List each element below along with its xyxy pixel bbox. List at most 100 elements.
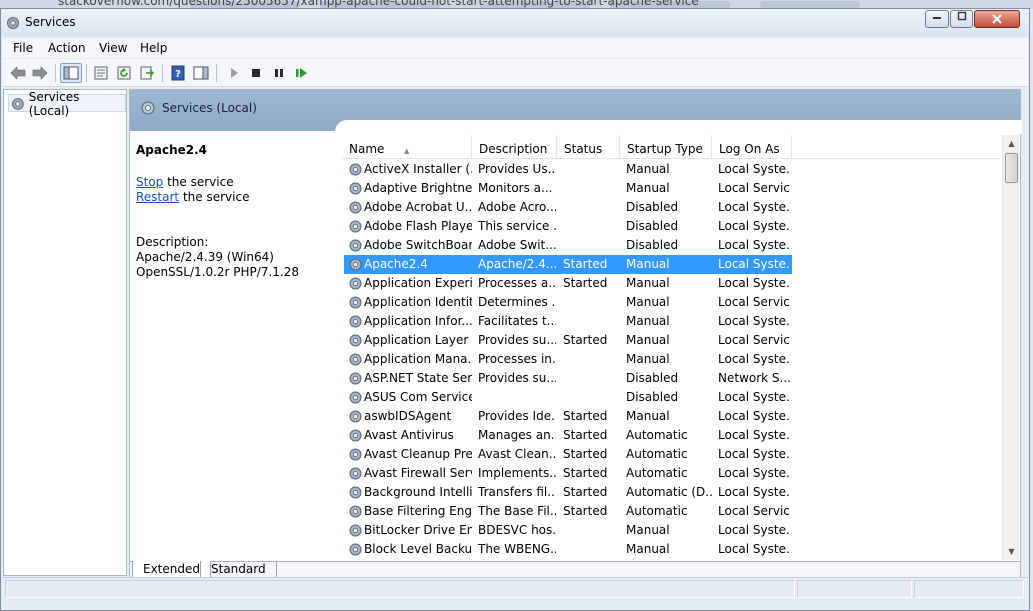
stop-service-link[interactable]: Stop [136, 175, 163, 189]
cell-logon: Local Syste... [718, 447, 790, 461]
menu-action[interactable]: Action [48, 41, 86, 55]
table-row[interactable]: Adobe Acrobat U... Adobe Acro... Disabled L… [342, 198, 1002, 217]
table-row[interactable]: Adobe SwitchBoard Adobe Swit... Disabled Lo… [342, 236, 1002, 255]
table-row[interactable]: Adobe Flash Playe... This service ... Disa… [342, 217, 1002, 236]
cell-status: Started [563, 504, 608, 518]
column-header-name[interactable]: ▲ Name [342, 135, 472, 159]
row-cells: Adaptive Brightness Monitors a... Manual Lo… [344, 179, 792, 198]
cell-description: Implements... [478, 466, 556, 480]
column-header-startup-type[interactable]: Startup Type [620, 135, 712, 159]
refresh-button[interactable] [115, 64, 133, 82]
menu-help[interactable]: Help [140, 41, 167, 55]
pause-service-button[interactable] [270, 64, 288, 82]
cell-description: Avast Clean... [478, 447, 556, 461]
table-row[interactable]: Application Mana... Processes in... Manual… [342, 350, 1002, 369]
row-cells: Block Level Backu... The WBENG... Manual Lo… [344, 540, 792, 559]
tree-item-label: Services (Local) [28, 89, 80, 118]
service-gear-icon [349, 220, 362, 233]
tree-item-services-local[interactable]: Services (Local) [8, 90, 126, 118]
service-gear-icon [349, 353, 362, 366]
table-row[interactable]: Application Identity Determines ... Manual… [342, 293, 1002, 312]
services-gear-icon [11, 97, 24, 110]
cell-logon: Local Syste... [718, 162, 790, 176]
refresh-icon [117, 66, 131, 80]
export-list-button[interactable] [138, 64, 156, 82]
table-row[interactable]: Block Level Backu... The WBENG... Manual Lo… [342, 540, 1002, 559]
status-segment [797, 580, 912, 598]
scroll-up-arrow-icon[interactable]: ▲ [1003, 135, 1020, 152]
table-row[interactable]: Apache2.4 Apache/2.4.... Started Manual Loca… [342, 255, 1002, 274]
cell-status: Started [563, 333, 608, 347]
cell-logon: Local Syste... [718, 238, 790, 252]
column-header-status[interactable]: Status [557, 135, 620, 159]
scroll-down-arrow-icon[interactable]: ▼ [1003, 543, 1020, 560]
maximize-button[interactable] [950, 10, 973, 28]
row-cells: Background Intelli... Transfers fil... Sta… [344, 483, 792, 502]
cell-name: ASP.NET State Ser... [364, 371, 472, 385]
row-cells: Application Layer ... Provides su... Start… [344, 331, 792, 350]
extended-description-pane: Apache2.4 Stop the service Restart the s… [130, 131, 342, 561]
column-header-log-on-as[interactable]: Log On As [712, 135, 792, 159]
tab-standard[interactable]: Standard [200, 561, 277, 578]
status-bar [3, 577, 1028, 599]
menu-file[interactable]: File [13, 41, 33, 55]
table-row[interactable]: ActiveX Installer (... Provides Us... Manu… [342, 160, 1002, 179]
cell-name: ActiveX Installer (... [364, 162, 472, 176]
cell-status: Started [563, 447, 608, 461]
main-header-title: Services (Local) [162, 101, 257, 115]
table-row[interactable]: ASP.NET State Ser... Provides su... Disabl… [342, 369, 1002, 388]
cell-name: Application Mana... [364, 352, 472, 366]
stop-service-button[interactable] [247, 64, 265, 82]
cell-description: Manages an... [478, 428, 556, 442]
scrollbar-thumb[interactable] [1005, 153, 1018, 183]
table-row[interactable]: aswbIDSAgent Provides Ide... Started Manual… [342, 407, 1002, 426]
table-row[interactable]: Application Experi... Processes a... Start… [342, 274, 1002, 293]
minimize-button[interactable] [925, 10, 949, 28]
show-hide-console-tree-button[interactable] [60, 63, 82, 83]
cell-name: Adobe Acrobat U... [364, 200, 472, 214]
cell-description: Processes in... [478, 352, 556, 366]
start-service-button[interactable] [225, 64, 243, 82]
table-row[interactable]: Avast Cleanup Pre... Avast Clean... Starte… [342, 445, 1002, 464]
service-gear-icon [349, 277, 362, 290]
table-row[interactable]: Avast Antivirus Manages an... Started Autom… [342, 426, 1002, 445]
cell-startup: Manual [626, 542, 670, 556]
main-header-title-wrap: Services (Local) [140, 100, 257, 116]
show-action-pane-button[interactable] [192, 64, 210, 82]
cell-startup: Manual [626, 162, 670, 176]
service-gear-icon [349, 258, 362, 271]
menu-view[interactable]: View [99, 41, 127, 55]
table-row[interactable]: Adaptive Brightness Monitors a... Manual Lo… [342, 179, 1002, 198]
help-button[interactable]: ? [169, 64, 187, 82]
service-gear-icon [349, 524, 362, 537]
table-row[interactable]: Avast Firewall Serv... Implements... Start… [342, 464, 1002, 483]
restart-service-link[interactable]: Restart [136, 190, 179, 204]
forward-button[interactable] [31, 64, 49, 82]
column-header-description[interactable]: Description [472, 135, 557, 159]
back-button[interactable] [9, 64, 27, 82]
service-gear-icon [349, 296, 362, 309]
table-row[interactable]: Background Intelli... Transfers fil... Sta… [342, 483, 1002, 502]
table-row[interactable]: Base Filtering Engi... The Base Fil... Sta… [342, 502, 1002, 521]
row-cells: ASUS Com Service Disabled Local Syste... [344, 388, 792, 407]
vertical-scrollbar[interactable]: ▲ ▼ [1002, 135, 1019, 560]
table-row[interactable]: Application Layer ... Provides su... Start… [342, 331, 1002, 350]
table-row[interactable]: ASUS Com Service Disabled Local Syste... [342, 388, 1002, 407]
row-cells: Apache2.4 Apache/2.4.... Started Manual Loca… [344, 255, 792, 274]
properties-button[interactable] [92, 64, 110, 82]
column-header-label: Name [349, 142, 385, 156]
row-cells: ActiveX Installer (... Provides Us... Manu… [344, 160, 792, 179]
row-cells: Adobe SwitchBoard Adobe Swit... Disabled Lo… [344, 236, 792, 255]
table-row[interactable]: Application Infor... Facilitates t... Manu… [342, 312, 1002, 331]
cell-status: Started [563, 276, 608, 290]
table-row[interactable]: BitLocker Drive En... BDESVC hos... Manual… [342, 521, 1002, 540]
cell-startup: Automatic [626, 466, 688, 480]
cell-logon: Local Syste... [718, 352, 790, 366]
cell-logon: Local Service [718, 504, 790, 518]
close-button[interactable] [974, 10, 1020, 28]
cell-name: BitLocker Drive En... [364, 523, 472, 537]
restart-service-button[interactable] [293, 64, 311, 82]
description-label: Description: [136, 235, 209, 249]
title-bar[interactable]: Services [1, 9, 1029, 37]
description-line-2: OpenSSL/1.0.2r PHP/7.1.28 [136, 265, 300, 279]
